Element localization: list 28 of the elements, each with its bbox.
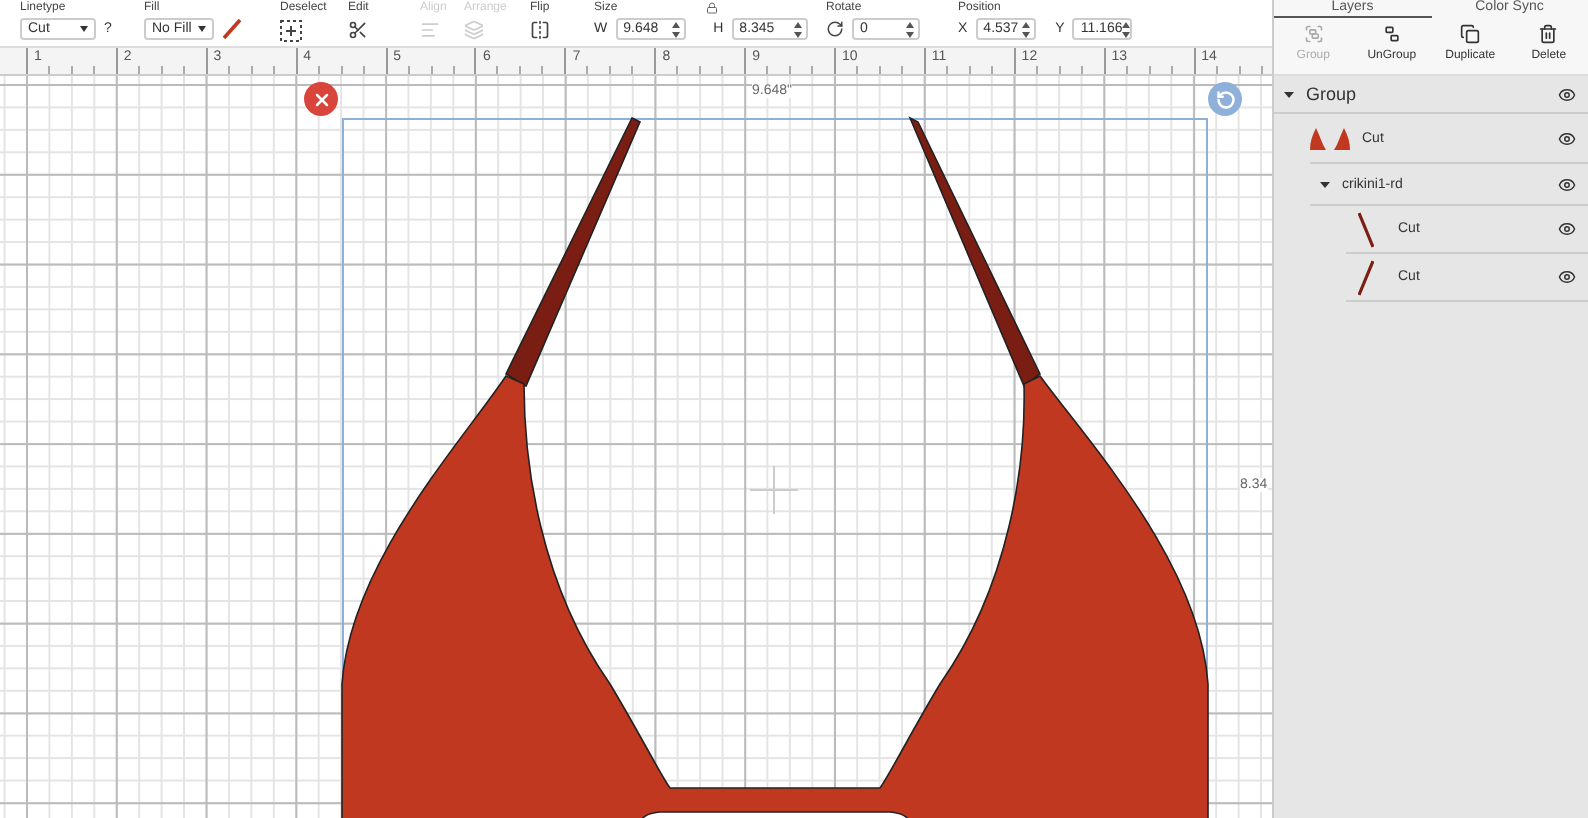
stepper-icon[interactable] (671, 21, 680, 37)
close-icon (311, 89, 331, 109)
cup-pair-thumbnail-icon (1310, 127, 1350, 149)
stepper-icon[interactable] (1021, 21, 1030, 37)
expand-caret-icon[interactable] (1284, 89, 1294, 99)
visibility-eye-icon[interactable] (1558, 85, 1576, 103)
rotate-icon (1215, 89, 1235, 109)
visibility-eye-icon[interactable] (1558, 220, 1576, 238)
visibility-eye-icon[interactable] (1558, 129, 1576, 147)
crosshair-icon (750, 466, 798, 514)
rotate-handle[interactable] (1208, 82, 1242, 116)
visibility-eye-icon[interactable] (1558, 175, 1576, 193)
group-icon (1303, 24, 1324, 44)
stepper-icon[interactable] (793, 21, 802, 37)
pen-color-icon[interactable] (222, 18, 242, 40)
trash-icon (1538, 24, 1559, 44)
stepper-icon[interactable] (906, 21, 914, 37)
ungroup-icon (1381, 24, 1402, 44)
lock-icon[interactable] (705, 1, 718, 13)
strap-thumbnail-icon (1358, 211, 1374, 247)
expand-caret-icon[interactable] (1320, 179, 1330, 189)
strap-thumbnail-icon (1358, 259, 1374, 295)
layer-name[interactable]: Group (1306, 84, 1546, 104)
close-button[interactable] (304, 82, 338, 116)
copy-icon (1460, 24, 1481, 44)
stepper-icon[interactable] (1122, 21, 1131, 37)
visibility-eye-icon[interactable] (1558, 268, 1576, 286)
rotate-icon[interactable] (826, 20, 844, 38)
